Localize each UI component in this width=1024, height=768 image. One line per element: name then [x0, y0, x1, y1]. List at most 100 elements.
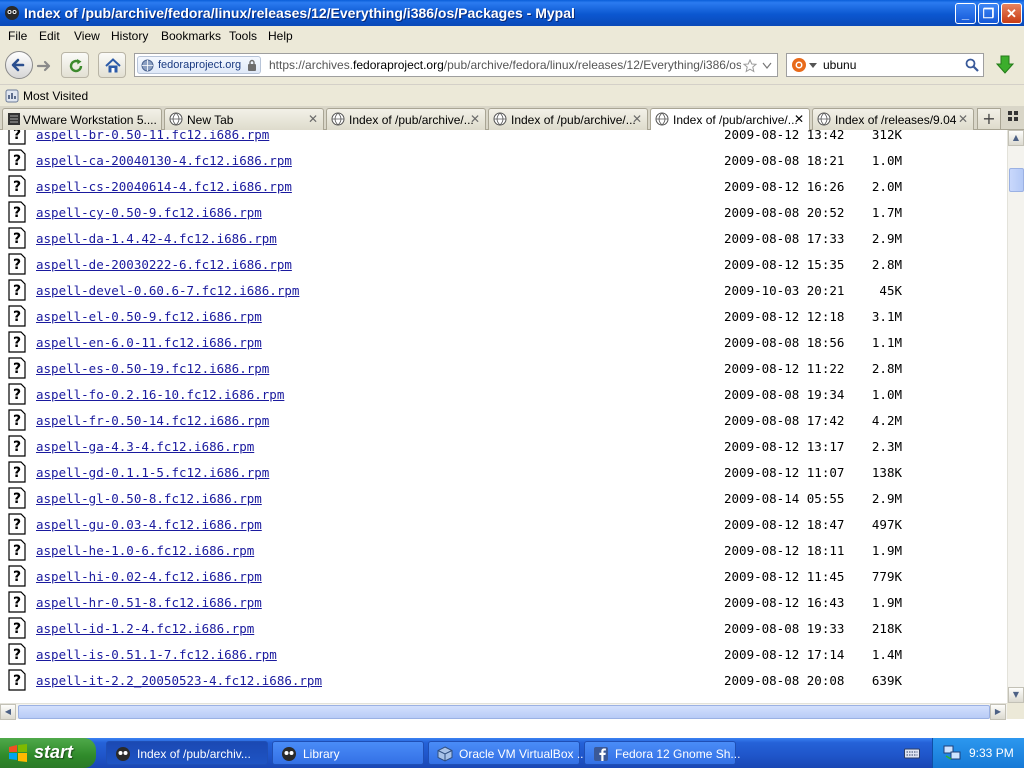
- menu-help[interactable]: Help: [268, 29, 293, 43]
- svg-text:?: ?: [13, 231, 21, 247]
- menu-bookmarks[interactable]: Bookmarks: [161, 29, 221, 43]
- svg-text:?: ?: [13, 283, 21, 299]
- file-date: 2009-08-12 11:45: [724, 569, 845, 584]
- horizontal-scroll-thumb[interactable]: [18, 705, 990, 719]
- navigation-toolbar: fedoraproject.org https://archives.fedor…: [0, 46, 1024, 84]
- task-library-window[interactable]: Library: [272, 741, 424, 765]
- task-label: Oracle VM VirtualBox ...: [459, 747, 587, 761]
- file-link[interactable]: aspell-ca-20040130-4.fc12.i686.rpm: [36, 153, 292, 168]
- file-link[interactable]: aspell-fr-0.50-14.fc12.i686.rpm: [36, 413, 269, 428]
- file-link[interactable]: aspell-gl-0.50-8.fc12.i686.rpm: [36, 491, 262, 506]
- file-date: 2009-08-08 18:56: [724, 335, 845, 350]
- scroll-right-button[interactable]: ▶: [990, 704, 1006, 720]
- home-button[interactable]: [98, 52, 126, 78]
- url-bar[interactable]: fedoraproject.org https://archives.fedor…: [134, 53, 778, 77]
- file-link[interactable]: aspell-devel-0.60.6-7.fc12.i686.rpm: [36, 283, 299, 298]
- file-link[interactable]: aspell-el-0.50-9.fc12.i686.rpm: [36, 309, 262, 324]
- file-link[interactable]: aspell-en-6.0-11.fc12.i686.rpm: [36, 335, 262, 350]
- close-tab-icon[interactable]: ✕: [958, 112, 968, 126]
- tab-index-releases[interactable]: Index of /releases/9.04 ✕: [812, 108, 974, 130]
- file-link[interactable]: aspell-it-2.2_20050523-4.fc12.i686.rpm: [36, 673, 322, 688]
- file-link[interactable]: aspell-gd-0.1.1-5.fc12.i686.rpm: [36, 465, 269, 480]
- minimize-button[interactable]: _: [955, 3, 976, 24]
- file-link[interactable]: aspell-gu-0.03-4.fc12.i686.rpm: [36, 517, 262, 532]
- file-date: 2009-08-12 18:47: [724, 517, 845, 532]
- new-tab-button[interactable]: +: [977, 108, 1001, 130]
- task-virtualbox-window[interactable]: Oracle VM VirtualBox ...: [428, 741, 587, 765]
- tab-new-tab[interactable]: New Tab ✕: [164, 108, 324, 130]
- scroll-down-button[interactable]: ▼: [1008, 687, 1024, 703]
- menu-bar: File Edit View History Bookmarks Tools H…: [0, 26, 1024, 46]
- task-label: Fedora 12 Gnome Sh...: [615, 747, 741, 761]
- list-all-tabs-button[interactable]: [1004, 110, 1022, 128]
- url-prefix: https://archives.: [269, 58, 354, 72]
- globe-icon: [169, 112, 183, 126]
- unknown-file-icon: ?: [8, 513, 26, 535]
- vertical-scrollbar[interactable]: ▲ ▼: [1007, 130, 1024, 703]
- vmware-icon: [8, 113, 20, 125]
- tab-vmware[interactable]: VMware Workstation 5....: [2, 108, 162, 130]
- unknown-file-icon: ?: [8, 409, 26, 431]
- task-browser-window[interactable]: Index of /pub/archiv...: [106, 741, 268, 765]
- file-link[interactable]: aspell-hr-0.51-8.fc12.i686.rpm: [36, 595, 262, 610]
- scroll-left-button[interactable]: ◀: [0, 704, 16, 720]
- url-dropdown-icon[interactable]: [762, 62, 772, 70]
- vertical-scroll-thumb[interactable]: [1009, 168, 1024, 192]
- window-title-bar[interactable]: Index of /pub/archive/fedora/linux/relea…: [0, 0, 1024, 26]
- search-bar[interactable]: ubunu: [786, 53, 984, 77]
- tab-index-archive-1[interactable]: Index of /pub/archive/... ✕: [326, 108, 486, 130]
- start-button[interactable]: start: [0, 738, 96, 768]
- keyboard-tray-icon[interactable]: [904, 746, 920, 760]
- menu-view[interactable]: View: [74, 29, 100, 43]
- file-link[interactable]: aspell-ga-4.3-4.fc12.i686.rpm: [36, 439, 254, 454]
- file-row: ? aspell-de-20030222-6.fc12.i686.rpm 2009-…: [0, 253, 1007, 279]
- star-bookmark-icon[interactable]: [743, 59, 757, 73]
- network-tray-icon[interactable]: [943, 745, 961, 761]
- file-link[interactable]: aspell-is-0.51.1-7.fc12.i686.rpm: [36, 647, 277, 662]
- search-icon[interactable]: [965, 58, 979, 72]
- close-tab-icon[interactable]: ✕: [794, 112, 804, 126]
- task-fedora-window[interactable]: Fedora 12 Gnome Sh...: [584, 741, 740, 765]
- file-link[interactable]: aspell-cs-20040614-4.fc12.i686.rpm: [36, 179, 292, 194]
- menu-file[interactable]: File: [8, 29, 27, 43]
- file-size: 218K: [871, 621, 902, 636]
- chevron-down-icon[interactable]: [809, 63, 817, 69]
- unknown-file-icon: ?: [8, 130, 26, 145]
- menu-tools[interactable]: Tools: [229, 29, 257, 43]
- file-link[interactable]: aspell-de-20030222-6.fc12.i686.rpm: [36, 257, 292, 272]
- file-link[interactable]: aspell-es-0.50-19.fc12.i686.rpm: [36, 361, 269, 376]
- file-link[interactable]: aspell-id-1.2-4.fc12.i686.rpm: [36, 621, 254, 636]
- horizontal-scrollbar[interactable]: ◀ ▶: [0, 703, 1007, 720]
- reload-button[interactable]: [61, 52, 89, 78]
- file-date: 2009-08-12 11:07: [724, 465, 845, 480]
- site-identity-button[interactable]: fedoraproject.org: [137, 56, 261, 74]
- file-link[interactable]: aspell-he-1.0-6.fc12.i686.rpm: [36, 543, 254, 558]
- unknown-file-icon: ?: [8, 253, 26, 275]
- tab-index-archive-active[interactable]: Index of /pub/archive/... ✕: [650, 108, 810, 131]
- forward-button[interactable]: [35, 57, 53, 75]
- search-input[interactable]: ubunu: [823, 58, 856, 72]
- restore-button[interactable]: ❐: [978, 3, 999, 24]
- unknown-file-icon: ?: [8, 461, 26, 483]
- file-date: 2009-08-12 16:26: [724, 179, 845, 194]
- svg-text:?: ?: [13, 257, 21, 273]
- scroll-up-button[interactable]: ▲: [1008, 130, 1024, 146]
- search-engine-icon[interactable]: [791, 57, 807, 73]
- close-tab-icon[interactable]: ✕: [308, 112, 318, 126]
- close-tab-icon[interactable]: ✕: [470, 112, 480, 126]
- close-window-button[interactable]: ✕: [1001, 3, 1022, 24]
- tab-index-archive-2[interactable]: Index of /pub/archive/... ✕: [488, 108, 648, 130]
- most-visited-bookmark[interactable]: Most Visited: [23, 89, 88, 103]
- task-label: Index of /pub/archiv...: [137, 747, 251, 761]
- back-button[interactable]: [5, 51, 33, 79]
- file-link[interactable]: aspell-hi-0.02-4.fc12.i686.rpm: [36, 569, 262, 584]
- close-tab-icon[interactable]: ✕: [632, 112, 642, 126]
- file-link[interactable]: aspell-br-0.50-11.fc12.i686.rpm: [36, 130, 269, 142]
- menu-edit[interactable]: Edit: [39, 29, 60, 43]
- file-link[interactable]: aspell-fo-0.2.16-10.fc12.i686.rpm: [36, 387, 284, 402]
- file-link[interactable]: aspell-cy-0.50-9.fc12.i686.rpm: [36, 205, 262, 220]
- menu-history[interactable]: History: [111, 29, 148, 43]
- file-link[interactable]: aspell-da-1.4.42-4.fc12.i686.rpm: [36, 231, 277, 246]
- svg-text:?: ?: [13, 491, 21, 507]
- downloads-button[interactable]: [992, 53, 1018, 77]
